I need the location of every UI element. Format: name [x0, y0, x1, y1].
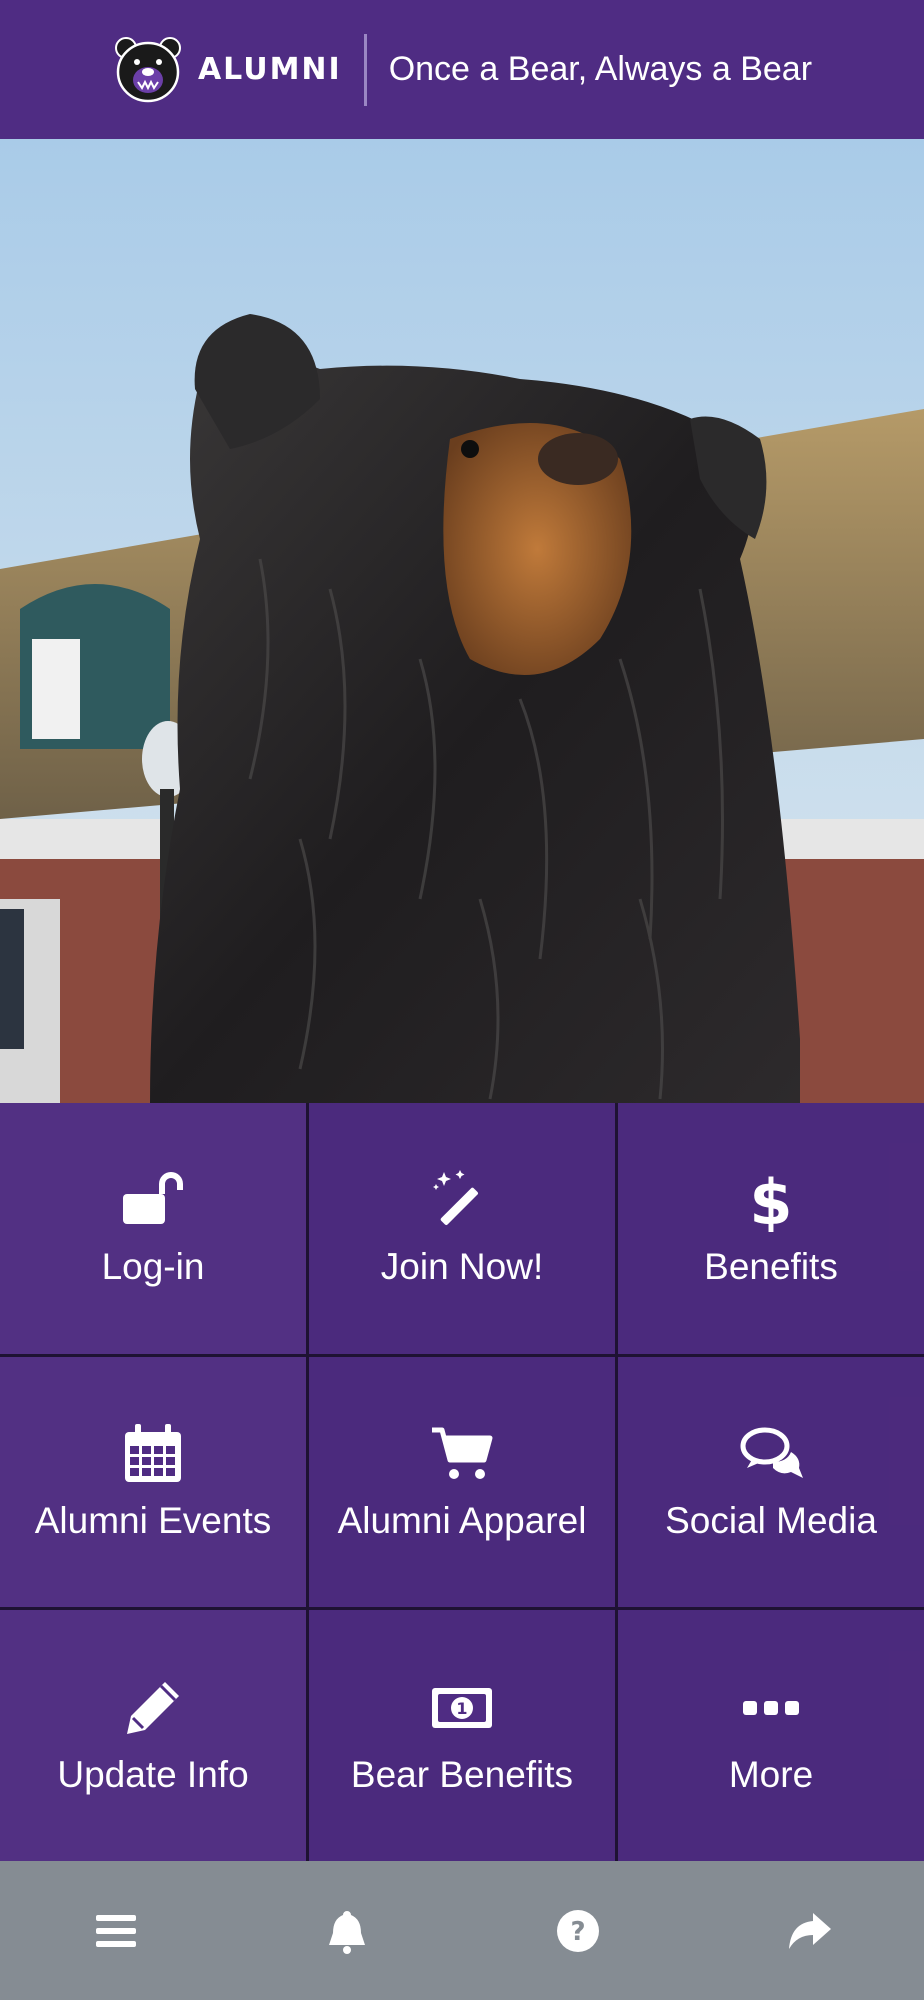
- bear-logo-icon: [114, 36, 181, 102]
- tile-label: Bear Benefits: [350, 1753, 574, 1795]
- banknote-icon: 1: [430, 1676, 494, 1740]
- tile-label: Update Info: [57, 1753, 249, 1795]
- hero-image: [0, 139, 924, 1103]
- tile-join-now[interactable]: Join Now!: [309, 1103, 615, 1354]
- tile-label: More: [728, 1753, 814, 1795]
- header-tagline: Once a Bear, Always a Bear: [388, 50, 813, 88]
- cart-icon: [430, 1422, 494, 1486]
- tile-bear-benefits[interactable]: 1 Bear Benefits: [309, 1610, 615, 1861]
- share-button[interactable]: [754, 1876, 864, 1986]
- calendar-icon: [121, 1422, 185, 1486]
- svg-text:$: $: [749, 1168, 792, 1232]
- tile-label: Benefits: [704, 1246, 838, 1288]
- tile-update-info[interactable]: Update Info: [0, 1610, 306, 1861]
- tile-label: Alumni Events: [34, 1499, 272, 1541]
- header-divider: [363, 33, 367, 106]
- tile-more[interactable]: More: [618, 1610, 924, 1861]
- help-button[interactable]: ?: [523, 1876, 633, 1986]
- bottom-nav: ?: [0, 1861, 924, 2000]
- app-header: ALUMNI Once a Bear, Always a Bear: [0, 0, 924, 139]
- notifications-button[interactable]: [292, 1876, 402, 1986]
- tile-log-in[interactable]: Log-in: [0, 1103, 306, 1354]
- menu-icon: [95, 1914, 136, 1947]
- chat-bubbles-icon: [739, 1422, 803, 1486]
- tile-benefits[interactable]: $ Benefits: [618, 1103, 924, 1354]
- share-icon: [788, 1912, 831, 1949]
- brand: ALUMNI: [112, 36, 342, 104]
- svg-text:1: 1: [456, 1699, 467, 1718]
- tile-label: Log-in: [101, 1246, 205, 1288]
- tile-label: Alumni Apparel: [337, 1499, 587, 1541]
- menu-grid: Log-in Join Now! $ Benefits Alumni Event…: [0, 1103, 924, 1861]
- bell-icon: [328, 1910, 365, 1954]
- tile-label: Join Now!: [380, 1246, 544, 1288]
- brand-name: ALUMNI: [197, 52, 342, 87]
- dollar-icon: $: [739, 1168, 803, 1232]
- svg-text:?: ?: [570, 1917, 585, 1947]
- magic-wand-icon: [430, 1168, 494, 1232]
- help-icon: ?: [556, 1909, 599, 1952]
- tile-label: Social Media: [665, 1499, 877, 1541]
- pencil-icon: [121, 1676, 185, 1740]
- bear-statue-photo: [0, 139, 924, 1103]
- ellipsis-icon: [739, 1676, 803, 1740]
- tile-alumni-events[interactable]: Alumni Events: [0, 1356, 306, 1608]
- tile-alumni-apparel[interactable]: Alumni Apparel: [309, 1356, 615, 1608]
- unlock-icon: [121, 1168, 185, 1232]
- tile-social-media[interactable]: Social Media: [618, 1356, 924, 1608]
- menu-button[interactable]: [61, 1876, 171, 1986]
